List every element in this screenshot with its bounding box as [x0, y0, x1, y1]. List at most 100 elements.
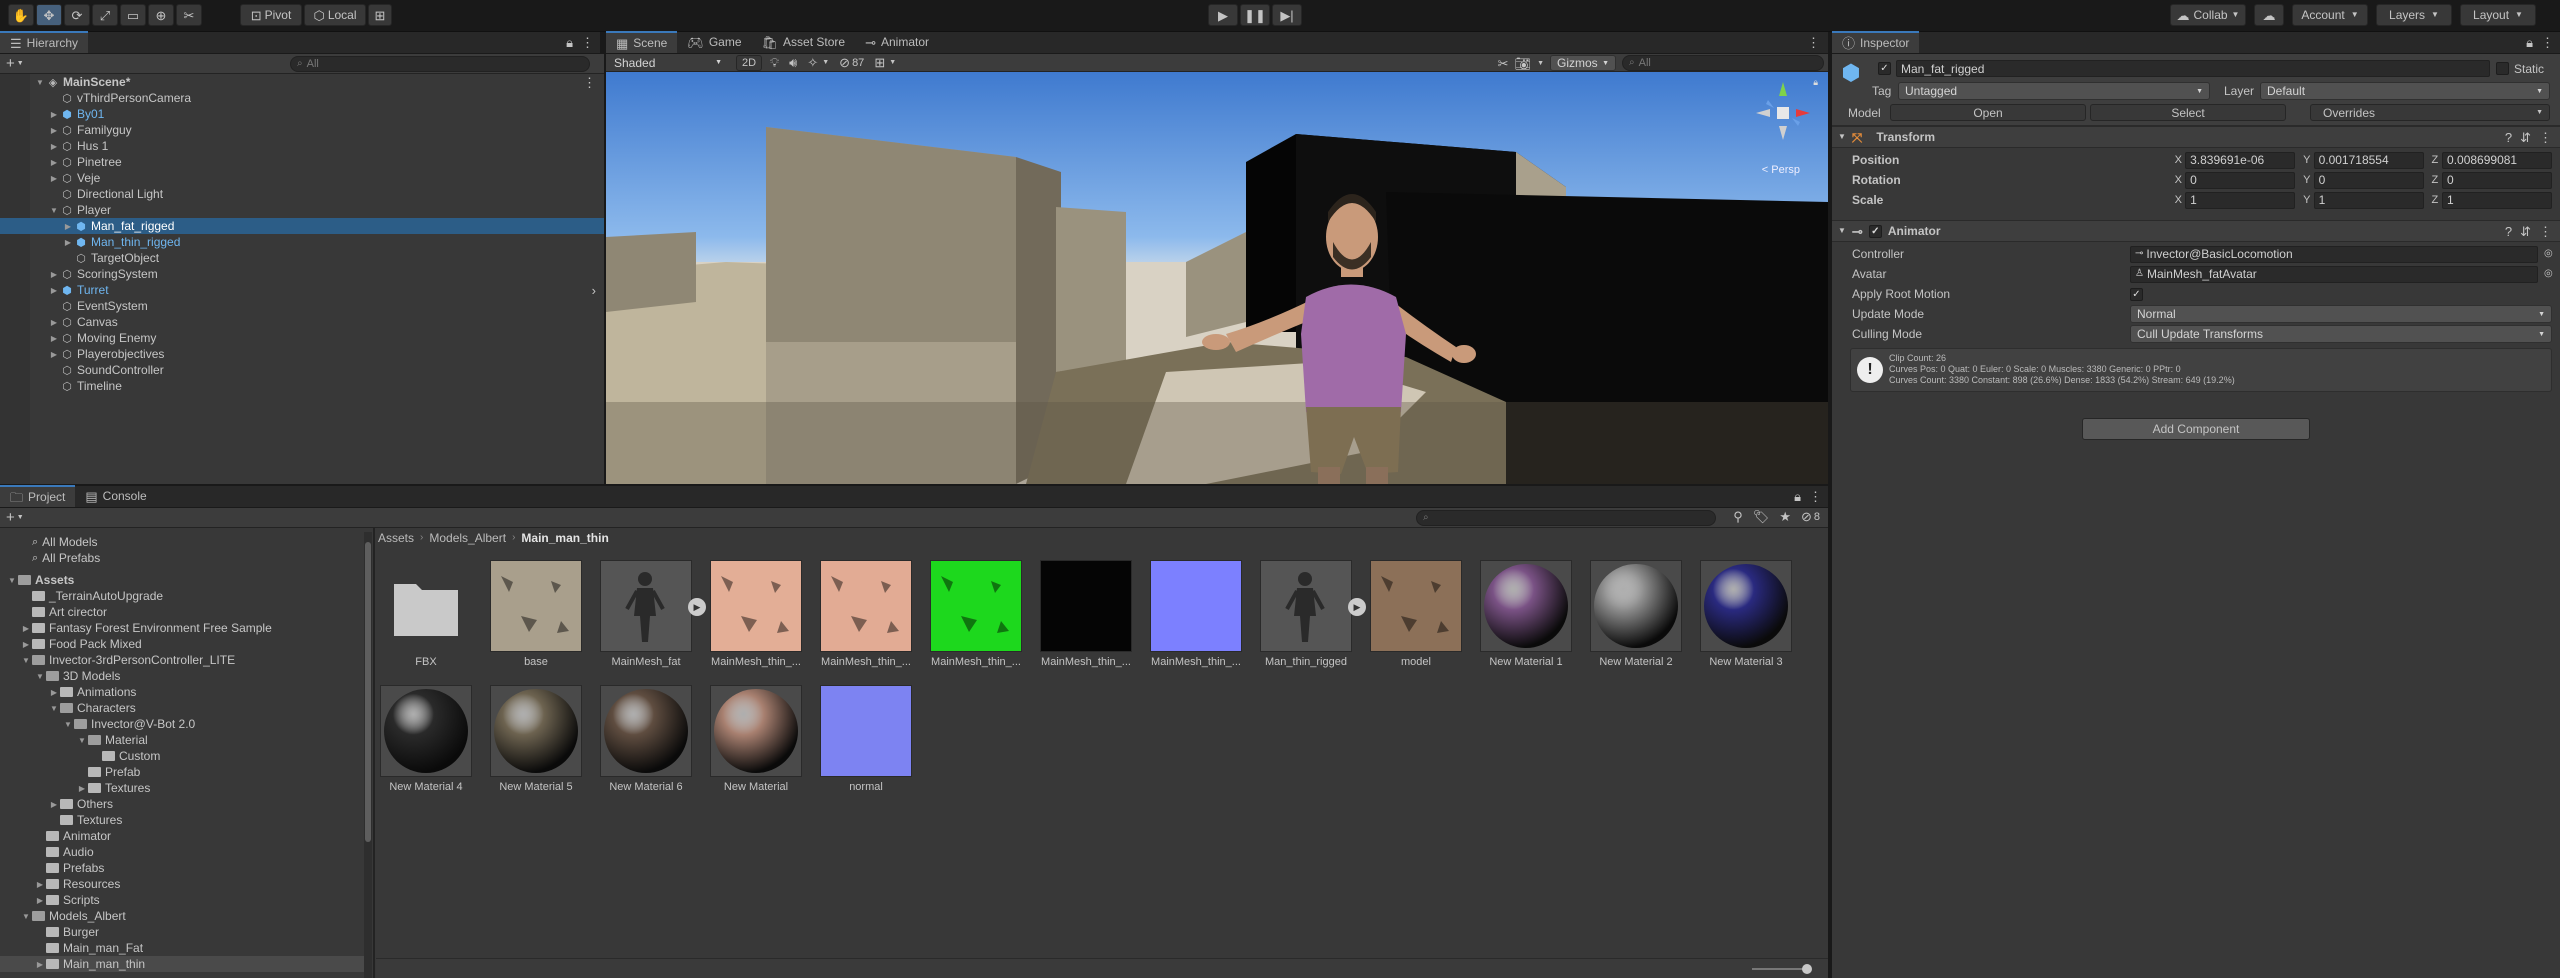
preset-icon[interactable]: ⇵ [2520, 131, 2531, 144]
z-field[interactable]: 0.008699081 [2442, 151, 2552, 169]
lighting-icon[interactable]: 💡︎ [770, 56, 779, 69]
asset-item[interactable]: FBX [378, 560, 474, 668]
project-folder-item[interactable]: ▶ Food Pack Mixed [0, 636, 364, 652]
project-folder-item[interactable]: Prefabs [0, 860, 364, 876]
controller-field[interactable]: ⊸ Invector@BasicLocomotion [2130, 245, 2538, 263]
expand-arrow-closed-icon[interactable]: ▶ [20, 624, 32, 633]
x-field[interactable]: 0 [2185, 171, 2296, 189]
object-picker-icon[interactable]: ◎ [2544, 249, 2553, 259]
custom-tool-button[interactable]: ✂ [176, 4, 202, 26]
effects-icon[interactable]: ✧ [807, 56, 818, 69]
active-checkbox[interactable]: ✓ [1878, 62, 1891, 75]
project-folder-item[interactable]: ▼ Models_Albert [0, 908, 364, 924]
expand-arrow-closed-icon[interactable]: ▶ [34, 896, 46, 905]
expand-arrow-closed-icon[interactable]: ▶ [34, 960, 46, 969]
z-field[interactable]: 1 [2442, 191, 2552, 209]
animator-enabled-checkbox[interactable]: ✓ [1868, 224, 1882, 238]
lock-icon[interactable]: 🔒︎ [2526, 36, 2533, 49]
add-icon[interactable]: + [6, 510, 15, 525]
tab-scene[interactable]: ▦ Scene [606, 31, 678, 53]
select-button[interactable]: Select [2090, 104, 2286, 121]
tree-scrollbar[interactable] [364, 532, 372, 978]
hierarchy-item[interactable]: ▶ ⬡ Canvas [0, 314, 604, 330]
breadcrumb-main-man-thin[interactable]: Main_man_thin [521, 531, 608, 545]
chevron-down-icon[interactable]: ▼ [889, 59, 896, 66]
project-folder-item[interactable]: ▶ Resources [0, 876, 364, 892]
object-name-field[interactable]: Man_fat_rigged [1896, 60, 2490, 77]
grid-snap-button[interactable]: ⊞ [368, 4, 392, 26]
hierarchy-item[interactable]: ⬡ Directional Light [0, 186, 604, 202]
step-button[interactable]: ▶| [1272, 4, 1302, 26]
overrides-dropdown[interactable]: Overrides ▼ [2310, 104, 2550, 121]
project-folder-item[interactable]: ▼ Invector@V-Bot 2.0 [0, 716, 364, 732]
kebab-menu-icon[interactable]: ⋮ [2539, 225, 2552, 238]
pivot-toggle[interactable]: ⊡ Pivot [240, 4, 302, 26]
culling-mode-dropdown[interactable]: Cull Update Transforms ▼ [2130, 325, 2552, 343]
expand-arrow-closed-icon[interactable]: ▶ [48, 800, 60, 809]
project-folder-item[interactable]: Prefab [0, 764, 364, 780]
breadcrumb-assets[interactable]: Assets [378, 531, 414, 545]
transform-header[interactable]: ▼ ⤧ Transform ? ⇵ ⋮ [1832, 126, 2560, 148]
asset-item[interactable]: MainMesh_thin_... [708, 560, 804, 668]
asset-item[interactable]: MainMesh_thin_... [1148, 560, 1244, 668]
transform-tool-button[interactable]: ⊕ [148, 4, 174, 26]
lock-icon[interactable]: 🔒︎ [1794, 490, 1801, 503]
expand-arrow-closed-icon[interactable]: ▶ [48, 110, 60, 119]
project-folder-item[interactable]: ▶ Animations [0, 684, 364, 700]
search-by-type-icon[interactable]: ⚲ [1733, 510, 1743, 523]
expand-arrow-closed-icon[interactable]: ▶ [20, 640, 32, 649]
icon-size-slider[interactable] [1752, 964, 1812, 974]
kebab-menu-icon[interactable]: ⋮ [581, 36, 594, 49]
scale-tool-button[interactable]: ⤢ [92, 4, 118, 26]
project-folder-item[interactable]: Custom [0, 748, 364, 764]
search-by-label-icon[interactable]: 🏷︎ [1753, 510, 1770, 523]
2d-toggle[interactable]: 2D [736, 54, 762, 71]
y-field[interactable]: 1 [2313, 191, 2424, 209]
asset-item[interactable]: base [488, 560, 584, 668]
y-field[interactable]: 0 [2313, 171, 2424, 189]
local-toggle[interactable]: ⬡ Local [304, 4, 366, 26]
rotate-tool-button[interactable]: ⟳ [64, 4, 90, 26]
preset-icon[interactable]: ⇵ [2520, 225, 2531, 238]
expand-arrow-closed-icon[interactable]: ▶ [48, 142, 60, 151]
play-preview-icon[interactable]: ▶ [688, 598, 706, 616]
tab-hierarchy[interactable]: ☰ Hierarchy [0, 31, 89, 53]
hierarchy-item[interactable]: ▼ ◈ MainScene* ⋮ [0, 74, 604, 90]
play-preview-icon[interactable]: ▶ [1348, 598, 1366, 616]
help-icon[interactable]: ? [2505, 225, 2512, 238]
expand-arrow-closed-icon[interactable]: ▶ [48, 334, 60, 343]
project-folder-item[interactable]: Burger [0, 924, 364, 940]
asset-item[interactable]: ▶ MainMesh_fat [598, 560, 706, 668]
hidden-objects-icon[interactable]: ⊘ [839, 56, 850, 69]
rect-tool-button[interactable]: ▭ [120, 4, 146, 26]
layers-dropdown[interactable]: Layers ▼ [2376, 4, 2452, 26]
chevron-right-icon[interactable]: › [592, 284, 596, 297]
expand-arrow-open-icon[interactable]: ▼ [20, 656, 32, 665]
expand-arrow-closed-icon[interactable]: ▶ [48, 270, 60, 279]
expand-arrow-closed-icon[interactable]: ▶ [48, 318, 60, 327]
move-tool-button[interactable]: ✥ [36, 4, 62, 26]
expand-arrow-closed-icon[interactable]: ▶ [62, 238, 74, 247]
collab-dropdown[interactable]: ☁ Collab ▼ [2170, 4, 2246, 26]
expand-arrow-open-icon[interactable]: ▼ [48, 206, 60, 215]
project-folder-item[interactable]: Art cirector [0, 604, 364, 620]
tools-icon[interactable]: ✂ [1498, 57, 1509, 70]
hierarchy-item[interactable]: ⬡ vThirdPersonCamera [0, 90, 604, 106]
favorite-icon[interactable]: ★ [1779, 510, 1791, 523]
y-field[interactable]: 0.001718554 [2313, 151, 2424, 169]
layer-dropdown[interactable]: Default ▼ [2260, 82, 2550, 100]
hierarchy-item[interactable]: ▶ ⬡ Veje [0, 170, 604, 186]
expand-arrow-open-icon[interactable]: ▼ [48, 704, 60, 713]
hierarchy-item[interactable]: ▶ ⬡ Pinetree [0, 154, 604, 170]
add-icon[interactable]: + [6, 56, 15, 71]
chevron-down-icon[interactable]: ▼ [17, 60, 24, 67]
asset-item[interactable]: New Material 1 [1478, 560, 1574, 668]
expand-arrow-open-icon[interactable]: ▼ [6, 576, 18, 585]
help-icon[interactable]: ? [2505, 131, 2512, 144]
cloud-button[interactable]: ☁ [2254, 4, 2284, 26]
hierarchy-item[interactable]: ▶ ⬡ Moving Enemy [0, 330, 604, 346]
scene-orientation-gizmo[interactable]: 🔒︎ [1748, 78, 1818, 148]
object-picker-icon[interactable]: ◎ [2544, 269, 2553, 279]
z-field[interactable]: 0 [2442, 171, 2552, 189]
asset-item[interactable]: New Material 3 [1698, 560, 1794, 668]
